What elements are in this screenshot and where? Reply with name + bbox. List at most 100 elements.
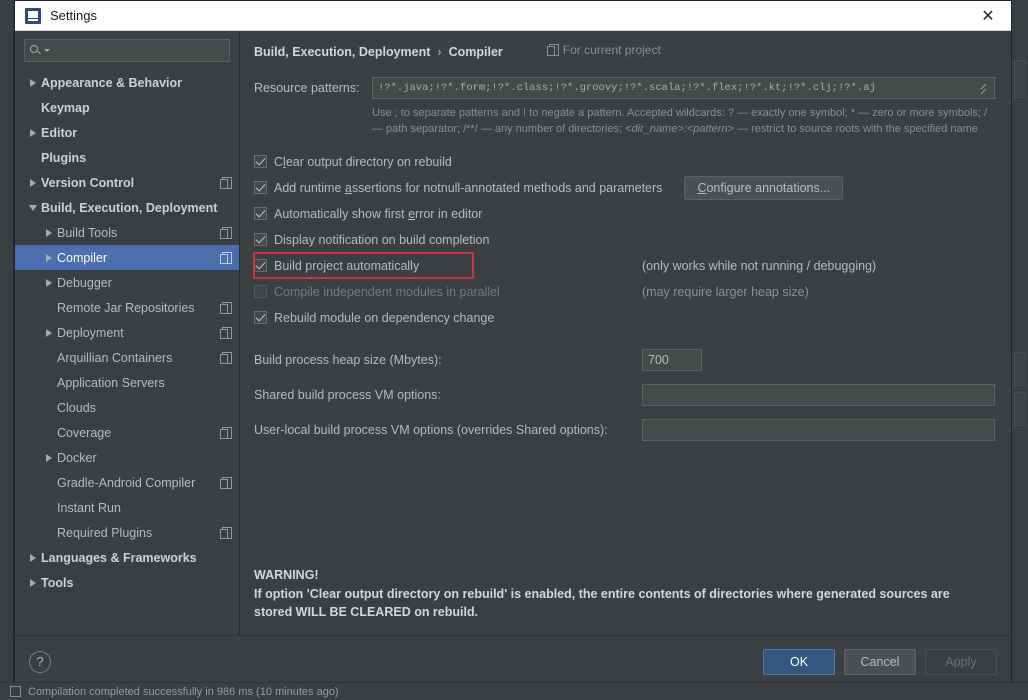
project-scope-icon (220, 252, 231, 264)
checkbox-automatically-show-first[interactable] (254, 207, 267, 220)
intellij-idea-icon (25, 8, 41, 24)
project-scope-icon (220, 527, 231, 539)
chevron-down-icon[interactable] (25, 205, 41, 211)
checkbox-compile-independent-modules- (254, 285, 267, 298)
configure-annotations-button[interactable]: Configure annotations... (684, 176, 843, 200)
compiler-settings-panel: Build, Execution, Deployment › Compiler … (240, 31, 1011, 635)
sidebar-item-keymap[interactable]: Keymap (15, 95, 239, 120)
sidebar-item-label: Version Control (41, 176, 216, 190)
chevron-right-icon[interactable] (25, 179, 41, 187)
checkbox-rebuild-module-on-dependency[interactable] (254, 311, 267, 324)
sidebar-item-label: Languages & Frameworks (41, 551, 231, 565)
sidebar-item-languages-frameworks[interactable]: Languages & Frameworks (15, 545, 239, 570)
help-icon[interactable]: ? (29, 651, 51, 673)
chevron-down-icon[interactable] (44, 49, 50, 52)
chevron-right-icon[interactable] (41, 329, 57, 337)
project-scope-icon (220, 302, 231, 314)
sidebar-item-appearance-behavior[interactable]: Appearance & Behavior (15, 70, 239, 95)
sidebar-item-build-tools[interactable]: Build Tools (15, 220, 239, 245)
chevron-right-icon[interactable] (41, 279, 57, 287)
sidebar-item-coverage[interactable]: Coverage (15, 420, 239, 445)
sidebar-item-gradle-android-compiler[interactable]: Gradle-Android Compiler (15, 470, 239, 495)
resource-patterns-input[interactable] (378, 82, 977, 94)
checkbox-label[interactable]: Display notification on build completion (274, 233, 489, 247)
breadcrumb-current: Compiler (449, 45, 503, 59)
resource-patterns-help: Use ; to separate patterns and ! to nega… (372, 106, 995, 138)
checkbox-c[interactable] (254, 155, 267, 168)
close-icon[interactable]: ✕ (965, 1, 1011, 31)
sidebar-item-label: Build Tools (57, 226, 216, 240)
breadcrumb-separator: › (437, 45, 441, 59)
checkbox-label[interactable]: Automatically show first error in editor (274, 207, 482, 221)
project-scope-label: For current project (547, 43, 661, 57)
chevron-right-icon[interactable] (25, 579, 41, 587)
chevron-right-icon[interactable] (25, 129, 41, 137)
sidebar-item-remote-jar-repositories[interactable]: Remote Jar Repositories (15, 295, 239, 320)
checkbox-label[interactable]: Rebuild module on dependency change (274, 311, 494, 325)
chevron-right-icon[interactable] (41, 454, 57, 462)
checkbox-label: Compile independent modules in parallel (274, 285, 500, 299)
dialog-titlebar: Settings ✕ (15, 1, 1011, 31)
search-box[interactable] (24, 39, 230, 62)
apply-button: Apply (925, 649, 997, 675)
option-row: Display notification on build completion (254, 227, 995, 253)
sidebar-item-label: Keymap (41, 101, 231, 115)
ide-status-bar: Compilation completed successfully in 98… (0, 682, 1028, 700)
resource-patterns-label: Resource patterns: (254, 77, 372, 95)
sidebar-item-compiler[interactable]: Compiler (15, 245, 239, 270)
option-row: Compile independent modules in parallel (… (254, 279, 995, 305)
sidebar-item-build-execution-deployment[interactable]: Build, Execution, Deployment (15, 195, 239, 220)
sidebar-item-debugger[interactable]: Debugger (15, 270, 239, 295)
status-checkbox-icon (10, 686, 21, 697)
chevron-right-icon[interactable] (25, 554, 41, 562)
ok-button[interactable]: OK (763, 649, 835, 675)
project-scope-icon (220, 352, 231, 364)
sidebar-item-label: Clouds (57, 401, 231, 415)
sidebar-item-plugins[interactable]: Plugins (15, 145, 239, 170)
ide-left-edge-strip (0, 0, 14, 700)
sidebar-item-deployment[interactable]: Deployment (15, 320, 239, 345)
sidebar-item-instant-run[interactable]: Instant Run (15, 495, 239, 520)
dialog-body: Appearance & Behavior Keymap Editor Plugins… (15, 31, 1011, 635)
heap-size-input[interactable] (642, 349, 702, 371)
resource-patterns-row: Resource patterns: (254, 77, 995, 99)
checkbox-add-runtime[interactable] (254, 181, 267, 194)
search-input[interactable] (54, 44, 224, 58)
sidebar-item-tools[interactable]: Tools (15, 570, 239, 595)
resource-patterns-field[interactable] (372, 77, 995, 99)
chevron-right-icon[interactable] (25, 79, 41, 87)
dialog-title: Settings (50, 8, 97, 23)
sidebar-item-label: Required Plugins (57, 526, 216, 540)
chevron-right-icon[interactable] (41, 229, 57, 237)
sidebar-item-docker[interactable]: Docker (15, 445, 239, 470)
checkbox-label[interactable]: Clear output directory on rebuild (274, 155, 452, 169)
cancel-button[interactable]: Cancel (844, 649, 916, 675)
sidebar-item-version-control[interactable]: Version Control (15, 170, 239, 195)
sidebar-item-clouds[interactable]: Clouds (15, 395, 239, 420)
sidebar-item-arquillian-containers[interactable]: Arquillian Containers (15, 345, 239, 370)
sidebar-item-label: Deployment (57, 326, 216, 340)
sidebar-item-label: Build, Execution, Deployment (41, 201, 231, 215)
checkbox-label[interactable]: Build project automatically (274, 259, 419, 273)
sidebar-item-application-servers[interactable]: Application Servers (15, 370, 239, 395)
shared-vm-options-input[interactable] (642, 384, 995, 406)
expand-editor-icon[interactable] (977, 82, 990, 95)
userlocal-vm-options-row: User-local build process VM options (ove… (254, 419, 995, 441)
sidebar-item-label: Remote Jar Repositories (57, 301, 216, 315)
settings-dialog: Settings ✕ Appearance & Behavior Keymap Ed… (14, 0, 1012, 688)
sidebar-item-editor[interactable]: Editor (15, 120, 239, 145)
warning-line-1: If option 'Clear output directory on reb… (254, 585, 995, 604)
warning-title: WARNING! (254, 566, 995, 585)
breadcrumb-parent[interactable]: Build, Execution, Deployment (254, 45, 430, 59)
shared-vm-options-label: Shared build process VM options: (254, 388, 642, 402)
userlocal-vm-options-input[interactable] (642, 419, 995, 441)
chevron-right-icon[interactable] (41, 254, 57, 262)
project-scope-icon (220, 427, 231, 439)
sidebar-item-label: Editor (41, 126, 231, 140)
ide-right-edge-strip (1012, 0, 1028, 700)
sidebar-item-required-plugins[interactable]: Required Plugins (15, 520, 239, 545)
checkbox-build-project-automatically[interactable] (254, 259, 267, 272)
checkbox-label[interactable]: Add runtime assertions for notnull-annot… (274, 181, 662, 195)
option-note: (may require larger heap size) (642, 285, 809, 299)
checkbox-display-notification-on-buil[interactable] (254, 233, 267, 246)
